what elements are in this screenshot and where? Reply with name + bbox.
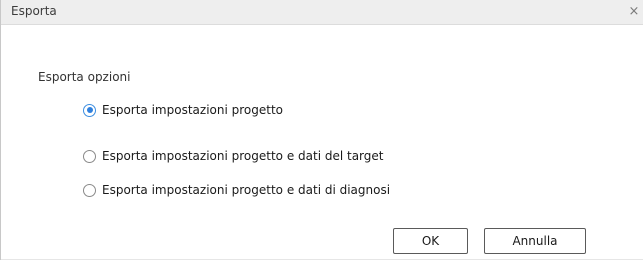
close-icon[interactable]: × [624, 0, 643, 24]
export-options-label: Esporta opzioni [38, 70, 131, 84]
window-title: Esporta [11, 4, 57, 18]
export-dialog: Esporta × Esporta opzioni Esporta impost… [0, 0, 643, 260]
ok-button[interactable]: OK [393, 228, 468, 254]
radio-export-project-settings[interactable]: Esporta impostazioni progetto [83, 101, 283, 119]
radio-unselected-icon[interactable] [83, 149, 96, 163]
radio-label: Esporta impostazioni progetto e dati di … [102, 183, 391, 197]
radio-export-project-settings-and-target-data[interactable]: Esporta impostazioni progetto e dati del… [83, 147, 383, 165]
radio-export-project-settings-and-diagnosis-data[interactable]: Esporta impostazioni progetto e dati di … [83, 181, 390, 199]
title-bar: Esporta × [1, 0, 643, 25]
radio-label: Esporta impostazioni progetto e dati del… [102, 149, 384, 163]
cancel-button[interactable]: Annulla [484, 228, 586, 254]
radio-unselected-icon[interactable] [83, 183, 96, 197]
radio-selected-icon[interactable] [83, 103, 96, 117]
radio-label: Esporta impostazioni progetto [102, 103, 284, 117]
